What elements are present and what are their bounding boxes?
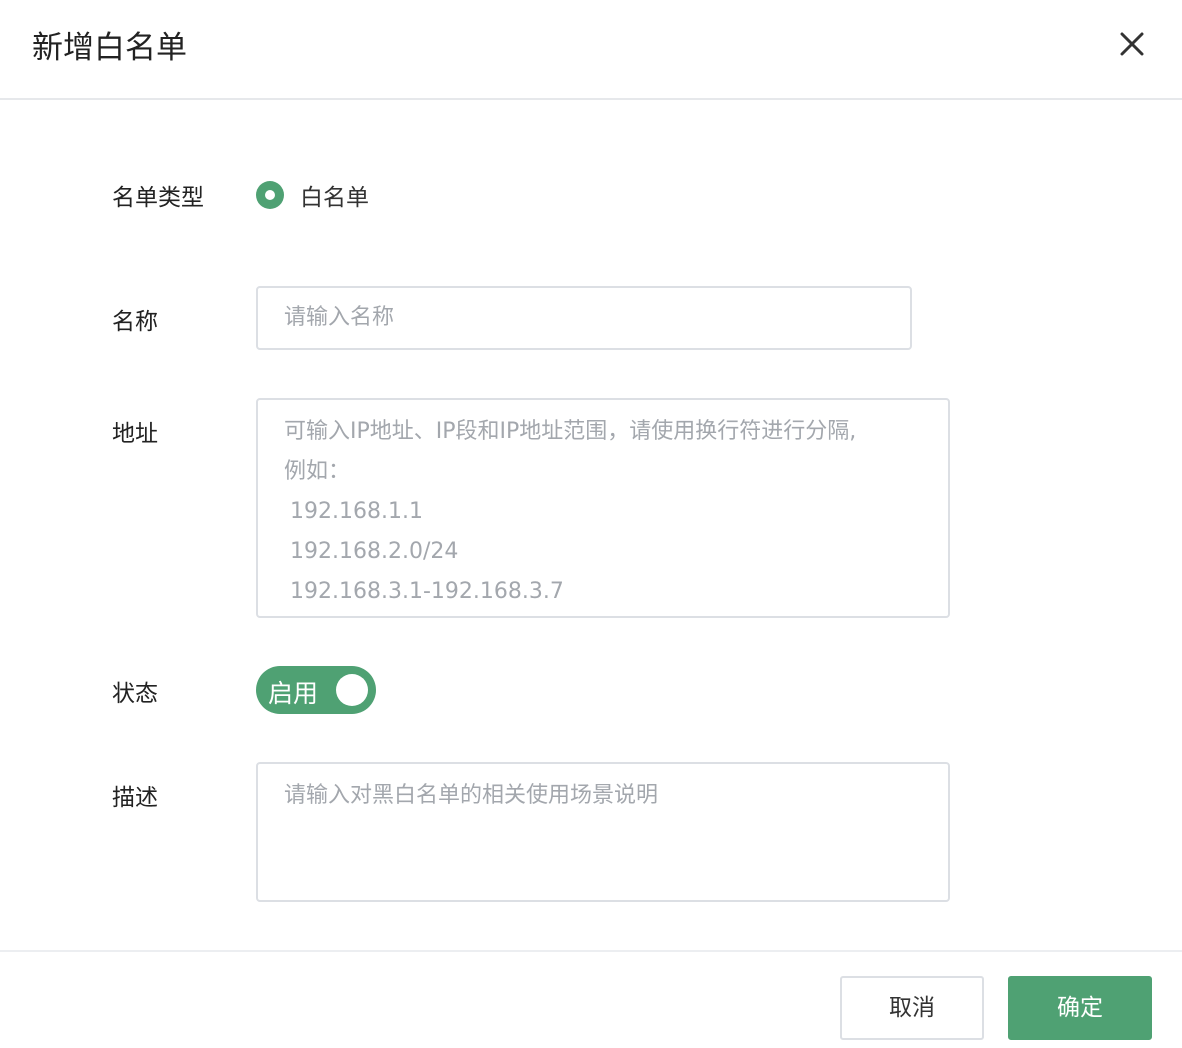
description-textarea[interactable]: 请输入对黑白名单的相关使用场景说明 <box>256 762 950 902</box>
status-toggle-text: 启用 <box>268 679 319 708</box>
address-textarea[interactable]: 可输入IP地址、IP段和IP地址范围，请使用换行符进行分隔, 例如： 192.1… <box>256 398 950 618</box>
toggle-knob <box>336 674 368 706</box>
name-input[interactable]: 请输入名称 <box>256 286 912 350</box>
address-placeholder-line: 192.168.3.1-192.168.3.7 <box>290 579 564 604</box>
footer-divider <box>0 950 1182 952</box>
status-label: 状态 <box>112 681 158 707</box>
status-toggle[interactable]: 启用 <box>256 666 376 714</box>
address-placeholder-line: 192.168.2.0/24 <box>290 539 459 564</box>
radio-option-label: 白名单 <box>300 185 369 211</box>
name-label: 名称 <box>112 309 158 335</box>
dialog-header: 新增白名单 <box>0 0 1182 100</box>
address-placeholder-line: 192.168.1.1 <box>290 499 423 524</box>
dialog-title: 新增白名单 <box>32 30 187 66</box>
address-label: 地址 <box>112 421 158 447</box>
description-label: 描述 <box>112 785 158 811</box>
address-placeholder-line: 可输入IP地址、IP段和IP地址范围，请使用换行符进行分隔, <box>284 419 857 444</box>
radio-checked-icon[interactable] <box>256 181 284 209</box>
close-icon-graphic <box>1120 32 1144 56</box>
description-placeholder: 请输入对黑白名单的相关使用场景说明 <box>284 783 659 808</box>
list-type-label: 名单类型 <box>112 185 204 211</box>
cancel-button[interactable]: 取消 <box>840 976 984 1040</box>
address-placeholder-line: 例如： <box>284 459 351 484</box>
confirm-button[interactable]: 确定 <box>1008 976 1152 1040</box>
name-input-placeholder: 请输入名称 <box>284 305 395 330</box>
close-icon[interactable] <box>1112 24 1152 64</box>
list-type-radio-whitelist[interactable]: 白名单 <box>256 178 369 212</box>
